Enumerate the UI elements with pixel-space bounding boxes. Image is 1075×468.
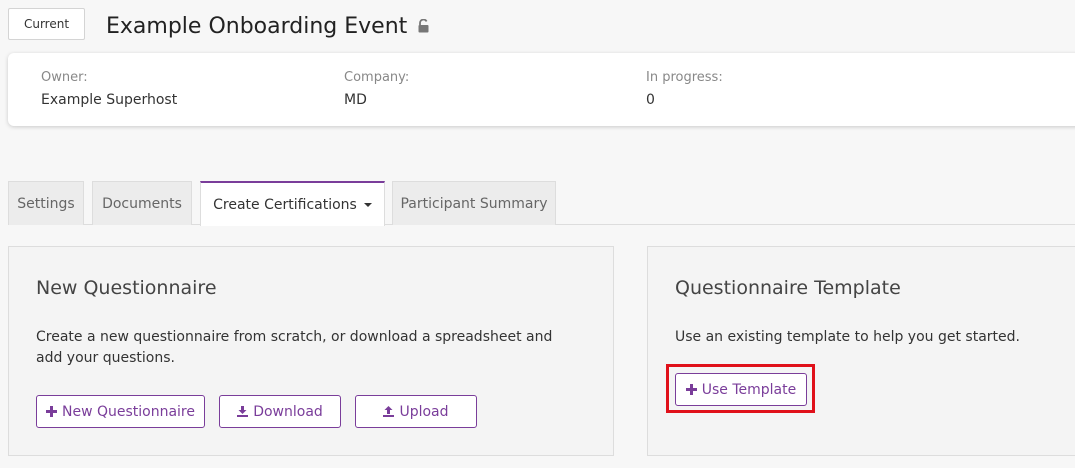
page-title-text: Example Onboarding Event xyxy=(106,13,408,39)
use-template-button-label: Use Template xyxy=(701,381,797,398)
progress-value: 0 xyxy=(646,92,655,108)
use-template-button[interactable]: Use Template xyxy=(675,373,807,406)
questionnaire-template-description: Use an existing template to help you get… xyxy=(675,329,1020,345)
tab-create-certifications-label: Create Certifications xyxy=(213,196,357,213)
owner-value: Example Superhost xyxy=(41,92,178,108)
page-title: Example Onboarding Event xyxy=(106,10,430,42)
new-questionnaire-description: Create a new questionnaire from scratch,… xyxy=(36,329,553,366)
new-questionnaire-button-label: New Questionnaire xyxy=(61,403,195,420)
plus-icon xyxy=(685,384,697,395)
company-info: Company: MD xyxy=(344,70,409,109)
company-value: MD xyxy=(344,92,367,108)
tab-bar: Settings Documents Create Certifications… xyxy=(8,181,1075,226)
status-button[interactable]: Current xyxy=(8,8,85,40)
upload-icon xyxy=(383,406,395,417)
progress-label: In progress: xyxy=(646,70,723,85)
download-button[interactable]: Download xyxy=(219,395,341,428)
tab-settings[interactable]: Settings xyxy=(8,181,84,225)
owner-label: Owner: xyxy=(41,70,88,85)
upload-button-label: Upload xyxy=(399,403,449,420)
owner-info: Owner: Example Superhost xyxy=(41,70,177,109)
new-questionnaire-panel: New Questionnaire Create a new questionn… xyxy=(8,246,614,456)
questionnaire-template-title: Questionnaire Template xyxy=(675,277,901,299)
tab-documents[interactable]: Documents xyxy=(92,181,192,225)
download-button-label: Download xyxy=(253,403,323,420)
upload-button[interactable]: Upload xyxy=(355,395,477,428)
download-icon xyxy=(237,406,249,417)
new-questionnaire-title: New Questionnaire xyxy=(36,277,217,299)
questionnaire-template-panel: Questionnaire Template Use an existing t… xyxy=(647,246,1075,456)
plus-icon xyxy=(45,406,57,417)
event-info-card: Owner: Example Superhost Company: MD In … xyxy=(8,53,1075,126)
caret-down-icon xyxy=(363,202,372,207)
tab-participant-summary[interactable]: Participant Summary xyxy=(392,181,556,225)
progress-info: In progress: 0 xyxy=(646,70,723,109)
lock-icon xyxy=(418,19,429,33)
company-label: Company: xyxy=(344,70,410,85)
new-questionnaire-button[interactable]: New Questionnaire xyxy=(36,395,205,428)
tab-create-certifications[interactable]: Create Certifications xyxy=(200,181,385,226)
